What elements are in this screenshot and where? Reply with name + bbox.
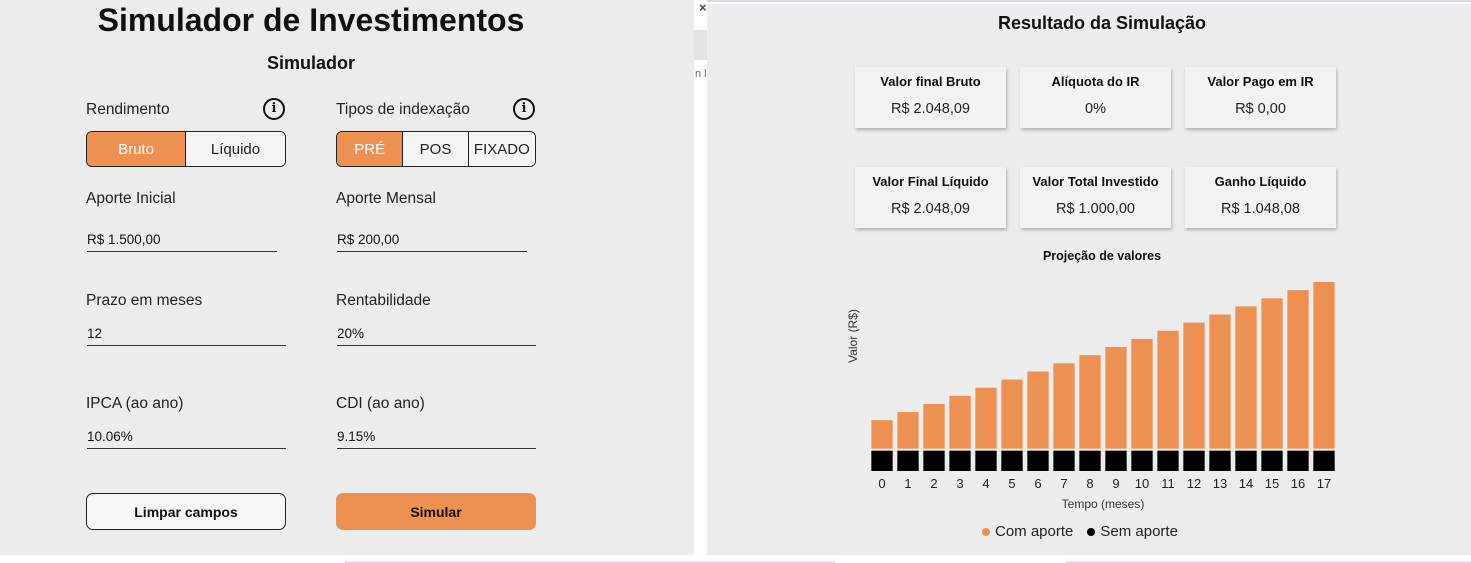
rendimento-label: Rendimento — [86, 101, 170, 118]
bar-sem-aporte — [871, 450, 893, 471]
x-tick-label: 17 — [1317, 476, 1331, 491]
bar-sem-aporte — [1235, 450, 1257, 471]
bar-com-aporte — [897, 412, 919, 449]
x-tick-label: 0 — [878, 476, 885, 491]
x-tick-label: 7 — [1060, 476, 1067, 491]
aporte-mensal-input[interactable] — [337, 228, 527, 252]
indexacao-option-pre[interactable]: PRÉ — [337, 132, 404, 166]
clear-fields-button[interactable]: Limpar campos — [86, 493, 286, 530]
page-title: Simulador de Investimentos — [97, 2, 525, 38]
background-window-fragment — [694, 30, 707, 60]
bar-com-aporte — [1157, 330, 1179, 449]
legend-item-sem-aporte[interactable]: Sem aporte — [1087, 523, 1178, 540]
indexacao-label: Tipos de indexação — [336, 101, 470, 118]
bar-sem-aporte — [1261, 450, 1283, 471]
x-tick-label: 14 — [1239, 476, 1253, 491]
simulate-button[interactable]: Simular — [336, 493, 536, 530]
cdi-input[interactable] — [337, 425, 536, 449]
ipca-input[interactable] — [87, 425, 286, 449]
bar-com-aporte — [1313, 282, 1335, 449]
legend-label: Sem aporte — [1100, 523, 1178, 540]
x-tick-label: 10 — [1135, 476, 1149, 491]
x-tick-label: 11 — [1161, 476, 1175, 491]
bar-com-aporte — [1053, 363, 1075, 449]
bar-sem-aporte — [1157, 450, 1179, 471]
bar-com-aporte — [1079, 355, 1101, 449]
x-tick-label: 16 — [1291, 476, 1305, 491]
x-tick-label: 15 — [1265, 476, 1279, 491]
indexacao-option-pos[interactable]: POS — [403, 132, 469, 166]
bar-com-aporte — [1235, 306, 1257, 449]
simulator-subtitle: Simulador — [266, 53, 355, 73]
background-close-icon[interactable]: × — [699, 0, 707, 15]
bar-sem-aporte — [923, 450, 945, 471]
x-tick-label: 4 — [982, 476, 989, 491]
x-tick-label: 8 — [1086, 476, 1093, 491]
results-panel: Resultado da Simulação Valor final Bruto… — [707, 4, 1471, 555]
x-tick-label: 12 — [1187, 476, 1201, 491]
bar-sem-aporte — [1287, 450, 1309, 471]
x-tick-label: 9 — [1112, 476, 1119, 491]
rentabilidade-label: Rentabilidade — [336, 292, 431, 309]
y-axis-label: Valor (R$) — [846, 309, 860, 363]
bar-com-aporte — [923, 403, 945, 449]
x-axis-label: Tempo (meses) — [1062, 497, 1145, 511]
bar-com-aporte — [975, 387, 997, 449]
bar-sem-aporte — [1105, 450, 1127, 471]
bar-sem-aporte — [1053, 450, 1075, 471]
ipca-label: IPCA (ao ano) — [86, 395, 184, 412]
rendimento-info-icon[interactable]: i — [263, 98, 285, 120]
prazo-label: Prazo em meses — [86, 292, 203, 309]
x-tick-label: 3 — [956, 476, 963, 491]
bar-sem-aporte — [1131, 450, 1153, 471]
bar-sem-aporte — [1027, 450, 1049, 471]
bar-com-aporte — [1131, 338, 1153, 449]
aporte-inicial-input[interactable] — [87, 228, 277, 252]
indexacao-toggle: PRÉ POS FIXADO — [336, 131, 536, 167]
legend-item-com-aporte[interactable]: Com aporte — [982, 523, 1073, 540]
legend-dot-icon — [1087, 527, 1096, 536]
x-tick-label: 2 — [930, 476, 937, 491]
cdi-label: CDI (ao ano) — [336, 395, 425, 412]
bar-com-aporte — [1027, 371, 1049, 449]
rendimento-option-liquido[interactable]: Líquido — [186, 132, 285, 166]
simulator-panel: Simulador de Investimentos Simulador Ren… — [0, 0, 694, 555]
bar-com-aporte — [1001, 379, 1023, 449]
bar-com-aporte — [1287, 290, 1309, 449]
bar-sem-aporte — [1209, 450, 1231, 471]
bar-sem-aporte — [1183, 450, 1205, 471]
x-tick-label: 5 — [1008, 476, 1015, 491]
panel-gap — [694, 0, 707, 563]
aporte-inicial-label: Aporte Inicial — [86, 190, 176, 207]
projection-chart: 0 1 2 3 4 5 6 7 8 9 10 11 12 13 14 15 16 17Tempo (meses)V… — [846, 282, 1335, 511]
indexacao-option-fixado[interactable]: FIXADO — [468, 132, 535, 166]
bar-com-aporte — [1183, 322, 1205, 449]
x-tick-label: 6 — [1034, 476, 1041, 491]
bar-sem-aporte — [1079, 450, 1101, 471]
bar-com-aporte — [949, 395, 971, 449]
bar-com-aporte — [871, 420, 893, 449]
bar-sem-aporte — [949, 450, 971, 471]
rentabilidade-input[interactable] — [337, 322, 536, 346]
bar-com-aporte — [1261, 298, 1283, 449]
background-divider — [707, 0, 1471, 2]
bar-sem-aporte — [1001, 450, 1023, 471]
x-tick-label: 13 — [1213, 476, 1227, 491]
bar-sem-aporte — [975, 450, 997, 471]
indexacao-info-icon[interactable]: i — [513, 98, 535, 120]
bar-sem-aporte — [1313, 450, 1335, 471]
bar-sem-aporte — [897, 450, 919, 471]
rendimento-toggle: Bruto Líquido — [86, 131, 286, 167]
bar-com-aporte — [1105, 347, 1127, 449]
chart-legend: Com aporte Sem aporte — [982, 523, 1178, 540]
rendimento-option-bruto[interactable]: Bruto — [87, 132, 186, 166]
aporte-mensal-label: Aporte Mensal — [336, 190, 436, 207]
bar-com-aporte — [1209, 314, 1231, 449]
prazo-input[interactable] — [87, 322, 286, 346]
legend-dot-icon — [982, 527, 990, 536]
x-tick-label: 1 — [904, 476, 911, 491]
legend-label: Com aporte — [995, 523, 1074, 540]
